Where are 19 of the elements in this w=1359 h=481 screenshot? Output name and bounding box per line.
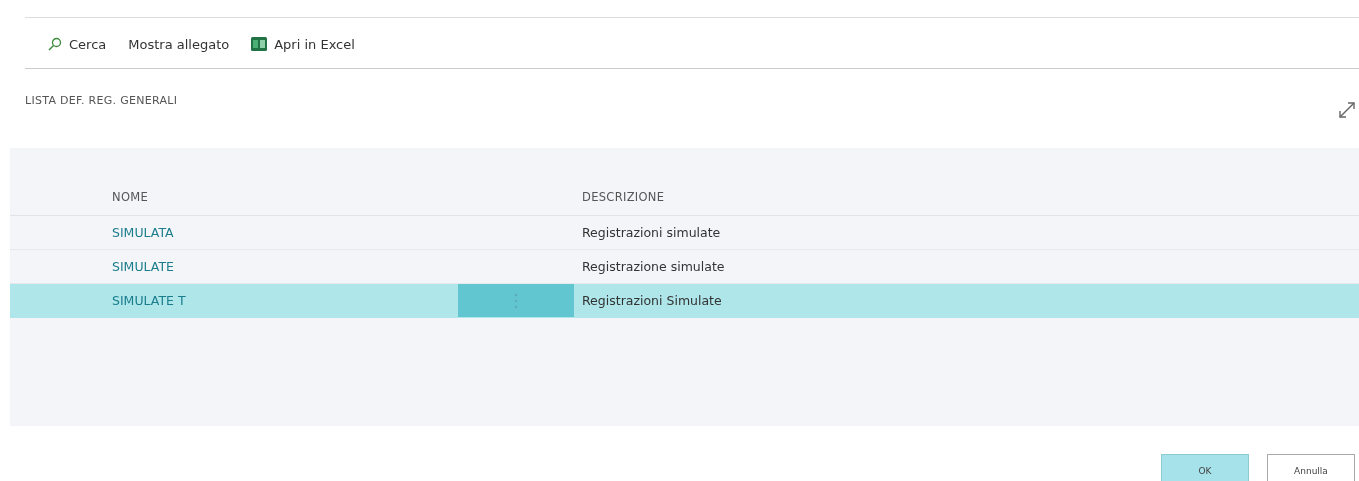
toolbar-button[interactable]: Apri in Excel (251, 36, 355, 52)
table-cell-text: Registrazioni Simulate (581, 293, 722, 308)
spreadsheet-icon (251, 37, 268, 51)
expand-icon[interactable] (1337, 100, 1357, 120)
table-row[interactable]: SIMULATA Registrazioni simulate (10, 216, 1359, 250)
toolbar-button[interactable]: Mostra allegato (128, 36, 230, 52)
table-row[interactable]: SIMULATE T Registrazioni Simulate (10, 284, 1359, 318)
search-icon (48, 37, 62, 51)
table-cell[interactable]: SIMULATE (10, 259, 458, 274)
column-header: DESCRIZIONE (581, 189, 665, 204)
table-cell[interactable]: SIMULATA (10, 225, 458, 240)
column-header: NOME (111, 189, 150, 204)
table-cell-text: Registrazioni simulate (581, 225, 721, 240)
toolbar-button[interactable]: Cerca (48, 36, 107, 52)
ok-button[interactable]: OK (1161, 454, 1249, 481)
table-cell[interactable]: SIMULATE T (10, 293, 458, 308)
cancel-button[interactable]: Annulla (1267, 454, 1355, 481)
page-title: LISTA DEF. REG. GENERALI (25, 94, 178, 107)
table-cell-text: Registrazione simulate (581, 259, 725, 274)
